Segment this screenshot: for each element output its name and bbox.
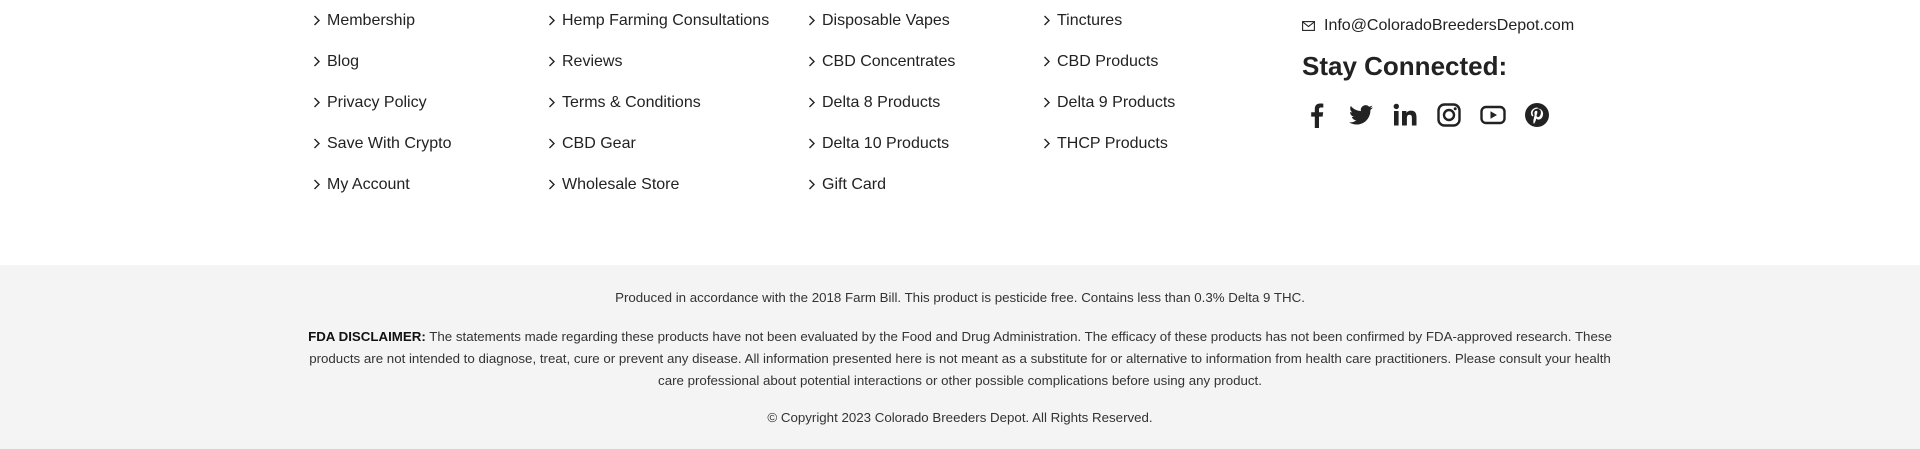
chevron-right-icon — [1043, 97, 1055, 108]
link-label: Terms & Conditions — [562, 93, 701, 111]
footer-link-delta-8-products[interactable]: Delta 8 Products — [808, 82, 955, 123]
chevron-right-icon — [808, 138, 820, 149]
footer-link-tinctures[interactable]: Tinctures — [1043, 0, 1175, 41]
footer-column-1: Membership Blog Privacy Policy Save With… — [313, 0, 451, 205]
footer-link-hemp-farming-consultations[interactable]: Hemp Farming Consultations — [548, 0, 769, 41]
chevron-right-icon — [548, 138, 560, 149]
footer-link-cbd-products[interactable]: CBD Products — [1043, 41, 1175, 82]
email-link[interactable]: Info@ColoradoBreedersDepot.com — [1302, 10, 1574, 42]
link-label: Save With Crypto — [327, 134, 452, 152]
chevron-right-icon — [548, 56, 560, 67]
link-label: THCP Products — [1057, 134, 1168, 152]
social-links — [1302, 100, 1574, 130]
footer-link-wholesale-store[interactable]: Wholesale Store — [548, 164, 769, 205]
link-label: Gift Card — [822, 175, 887, 193]
footer-link-reviews[interactable]: Reviews — [548, 41, 769, 82]
chevron-right-icon — [1043, 138, 1055, 149]
link-label: My Account — [327, 175, 410, 193]
copyright-text: © Copyright 2023 Colorado Breeders Depot… — [767, 410, 1153, 425]
link-label: Hemp Farming Consultations — [562, 11, 770, 29]
fda-disclaimer-text: The statements made regarding these prod… — [309, 329, 1612, 388]
chevron-right-icon — [548, 15, 560, 26]
twitter-icon[interactable] — [1346, 100, 1376, 130]
footer-link-disposable-vapes[interactable]: Disposable Vapes — [808, 0, 955, 41]
chevron-right-icon — [313, 138, 325, 149]
footer-link-save-with-crypto[interactable]: Save With Crypto — [313, 123, 451, 164]
link-label: Tinctures — [1057, 11, 1123, 29]
footer-link-thcp-products[interactable]: THCP Products — [1043, 123, 1175, 164]
link-label: CBD Concentrates — [822, 52, 956, 70]
chevron-right-icon — [808, 56, 820, 67]
footer-link-membership[interactable]: Membership — [313, 0, 451, 41]
facebook-icon[interactable] — [1302, 100, 1332, 130]
linkedin-icon[interactable] — [1390, 100, 1420, 130]
footer-link-cbd-concentrates[interactable]: CBD Concentrates — [808, 41, 955, 82]
link-label: Privacy Policy — [327, 93, 427, 111]
fda-disclaimer: FDA DISCLAIMER: The statements made rega… — [300, 326, 1620, 392]
footer-link-privacy-policy[interactable]: Privacy Policy — [313, 82, 451, 123]
contact-block: Info@ColoradoBreedersDepot.com Stay Conn… — [1302, 10, 1574, 130]
stay-connected-heading: Stay Connected: — [1302, 51, 1508, 81]
footer-link-blog[interactable]: Blog — [313, 41, 451, 82]
chevron-right-icon — [808, 179, 820, 190]
chevron-right-icon — [313, 56, 325, 67]
fda-disclaimer-label: FDA DISCLAIMER: — [308, 329, 426, 344]
footer-column-2: Hemp Farming Consultations Reviews Terms… — [548, 0, 769, 205]
email-address: Info@ColoradoBreedersDepot.com — [1324, 17, 1575, 34]
footer-legal-section: Produced in accordance with the 2018 Far… — [0, 265, 1920, 449]
link-label: Membership — [327, 11, 416, 29]
footer-link-my-account[interactable]: My Account — [313, 164, 451, 205]
footer-link-delta-9-products[interactable]: Delta 9 Products — [1043, 82, 1175, 123]
footer-links-section: Membership Blog Privacy Policy Save With… — [0, 0, 1920, 265]
link-label: Blog — [327, 52, 360, 70]
link-label: Wholesale Store — [562, 175, 680, 193]
chevron-right-icon — [1043, 56, 1055, 67]
chevron-right-icon — [313, 179, 325, 190]
youtube-icon[interactable] — [1478, 100, 1508, 130]
instagram-icon[interactable] — [1434, 100, 1464, 130]
link-label: Delta 10 Products — [822, 134, 950, 152]
chevron-right-icon — [548, 179, 560, 190]
footer-link-gift-card[interactable]: Gift Card — [808, 164, 955, 205]
farm-bill-statement: Produced in accordance with the 2018 Far… — [615, 290, 1305, 305]
link-label: Reviews — [562, 52, 623, 70]
chevron-right-icon — [313, 97, 325, 108]
footer-column-4: Tinctures CBD Products Delta 9 Products … — [1043, 0, 1175, 164]
chevron-right-icon — [1043, 15, 1055, 26]
link-label: CBD Gear — [562, 134, 636, 152]
link-label: Delta 9 Products — [1057, 93, 1176, 111]
footer-link-terms-conditions[interactable]: Terms & Conditions — [548, 82, 769, 123]
footer-column-3: Disposable Vapes CBD Concentrates Delta … — [808, 0, 955, 205]
chevron-right-icon — [808, 15, 820, 26]
chevron-right-icon — [548, 97, 560, 108]
chevron-right-icon — [808, 97, 820, 108]
envelope-icon — [1302, 21, 1324, 31]
footer-link-cbd-gear[interactable]: CBD Gear — [548, 123, 769, 164]
chevron-right-icon — [313, 15, 325, 26]
footer-link-delta-10-products[interactable]: Delta 10 Products — [808, 123, 955, 164]
link-label: CBD Products — [1057, 52, 1159, 70]
link-label: Disposable Vapes — [822, 11, 950, 29]
link-label: Delta 8 Products — [822, 93, 941, 111]
pinterest-icon[interactable] — [1522, 100, 1552, 130]
